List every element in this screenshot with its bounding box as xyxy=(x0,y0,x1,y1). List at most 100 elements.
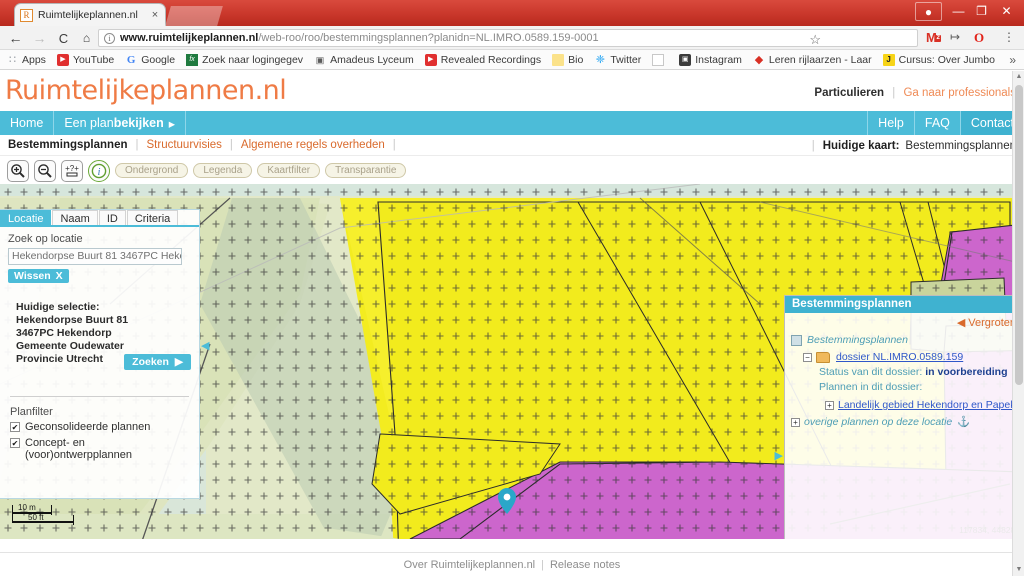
nav-faq[interactable]: FAQ xyxy=(913,111,960,135)
nav-home[interactable]: Home xyxy=(0,111,55,135)
bookmark-instagram[interactable]: ▣ Instagram xyxy=(679,53,742,66)
planfilter-option-label: Concept- en (voor)ontwerpplannen xyxy=(25,437,133,461)
bookmark-star-icon[interactable]: ☆ xyxy=(809,32,821,48)
close-window-button[interactable]: ✕ xyxy=(993,2,1020,21)
navbar-right-group: Help FAQ Contact xyxy=(867,111,1024,135)
enlarge-button[interactable]: ◀ Vergroten xyxy=(785,313,1024,329)
bookmark-youtube[interactable]: ▶ YouTube xyxy=(56,53,115,66)
map-viewport[interactable]: 10 m 50 ft 117834, 448283 Locatie Naam I… xyxy=(0,184,1024,539)
bookmark-google[interactable]: G Google xyxy=(125,54,175,66)
planfilter-option-geconsolideerde[interactable]: ✔ Geconsolideerde plannen xyxy=(10,421,155,433)
legenda-button[interactable]: Legenda xyxy=(193,163,253,178)
profile-button[interactable]: ● xyxy=(915,2,942,21)
site-logo[interactable]: Ruimtelijkeplannen.nl xyxy=(5,75,287,106)
maximize-button[interactable]: ❐ xyxy=(968,2,995,21)
bookmark-document[interactable] xyxy=(652,53,668,66)
nav-een-plan-bekijken[interactable]: Een plan bekijken ▸ xyxy=(54,111,187,135)
zoom-out-icon[interactable] xyxy=(34,159,56,182)
scalebar-metric: 10 m xyxy=(18,503,36,512)
bookmark-amadeus-lyceum[interactable]: ▣ Amadeus Lyceum xyxy=(314,54,414,66)
bookmark-leren-rijlaarzen[interactable]: ◆ Leren rijlaarzen - Laar xyxy=(753,54,872,66)
scroll-up-icon[interactable]: ▲ xyxy=(1013,71,1024,83)
expand-expander-icon[interactable]: + xyxy=(825,401,834,410)
page-scrollbar-thumb[interactable] xyxy=(1015,85,1023,385)
bookmark-label: YouTube xyxy=(72,53,115,66)
gmail-badge: 2 xyxy=(935,35,942,42)
planfilter-option-concept[interactable]: ✔ Concept- en (voor)ontwerpplannen xyxy=(10,437,155,461)
tab-locatie[interactable]: Locatie xyxy=(0,210,52,225)
subnav-structuurvisies[interactable]: Structuurvisies xyxy=(147,139,222,151)
footer-release-notes-link[interactable]: Release notes xyxy=(550,559,620,571)
checkbox-icon[interactable]: ✔ xyxy=(10,422,20,432)
address-bar[interactable]: i www.ruimtelijkeplannen.nl/web-roo/roo/… xyxy=(98,29,918,47)
browser-tab[interactable]: R Ruimtelijkeplannen.nl × xyxy=(14,3,166,26)
results-panel-title: Bestemmingsplannen xyxy=(785,296,1024,313)
kaartfilter-button[interactable]: Kaartfilter xyxy=(257,163,321,178)
gmail-extension-icon[interactable]: M2 xyxy=(926,29,942,46)
audience-separator: | xyxy=(892,87,896,99)
youtube-icon: ▶ xyxy=(56,53,69,66)
home-icon[interactable]: ⌂ xyxy=(78,30,95,47)
site-info-icon[interactable]: i xyxy=(104,32,115,44)
bookmark-cursus-jumbo[interactable]: J Cursus: Over Jumbo xyxy=(882,53,995,66)
download-icon[interactable]: ⚓ xyxy=(957,415,970,430)
subnav-bestemmingsplannen[interactable]: Bestemmingsplannen xyxy=(8,139,128,151)
search-button[interactable]: Zoeken ▶ xyxy=(124,354,191,370)
search-input[interactable]: Hekendorpse Buurt 81 3467PC Heken xyxy=(8,248,182,265)
measure-icon[interactable]: +?+ xyxy=(61,159,83,182)
bookmark-label: Cursus: Over Jumbo xyxy=(898,53,995,66)
page-footer: Over Ruimtelijkeplannen.nl | Release not… xyxy=(0,552,1024,576)
selection-gemeente: Gemeente Oudewater xyxy=(16,340,124,352)
tree-dossier-row: − dossier NL.IMRO.0589.159 xyxy=(791,350,1018,365)
tree-other-plans-row[interactable]: + overige plannen op deze locatie ⚓ xyxy=(791,415,1018,430)
expand-expander-icon[interactable]: + xyxy=(791,418,800,427)
bookmark-apps[interactable]: ∷ Apps xyxy=(6,54,46,66)
clear-button[interactable]: Wissen X xyxy=(8,269,69,283)
bookmark-logingegevens[interactable]: fx Zoek naar logingegev xyxy=(186,53,304,66)
search-panel-collapse-handle[interactable]: ◀ xyxy=(201,339,209,352)
nav-help[interactable]: Help xyxy=(867,111,914,135)
pocket-extension-icon[interactable]: ↦ xyxy=(950,29,960,46)
tab-close-icon[interactable]: × xyxy=(150,9,160,21)
browser-menu-icon[interactable]: ⋮ xyxy=(1003,29,1015,46)
audience-current: Particulieren xyxy=(814,87,885,99)
checkbox-icon[interactable]: ✔ xyxy=(10,438,20,448)
scroll-down-icon[interactable]: ▼ xyxy=(1013,564,1024,576)
collapse-expander-icon[interactable]: − xyxy=(803,353,812,362)
plan-link[interactable]: Landelijk gebied Hekendorp en Papekop xyxy=(838,398,1024,413)
page-scrollbar[interactable]: ▲ ▼ xyxy=(1012,71,1024,576)
subnav-algemene-regels[interactable]: Algemene regels overheden xyxy=(241,139,385,151)
audience-switch-link[interactable]: Ga naar professionals xyxy=(903,87,1016,99)
green-square-icon: fx xyxy=(186,53,199,66)
search-button-label: Zoeken xyxy=(132,356,169,368)
bookmark-label: Zoek naar logingegev xyxy=(202,53,304,66)
selection-title: Huidige selectie: xyxy=(16,301,100,313)
back-icon[interactable]: ← xyxy=(7,30,24,47)
ondergrond-button[interactable]: Ondergrond xyxy=(115,163,189,178)
planfilter-group: Planfilter ✔ Geconsolideerde plannen ✔ C… xyxy=(10,406,155,465)
bookmarks-overflow-icon[interactable]: » xyxy=(1009,53,1016,67)
results-panel-collapse-handle[interactable]: ▶ xyxy=(775,449,783,462)
current-map-value: Bestemmingsplannen xyxy=(905,139,1016,152)
address-bar-url: www.ruimtelijkeplannen.nl/web-roo/roo/be… xyxy=(120,32,912,44)
reload-icon[interactable]: C xyxy=(55,30,72,47)
bookmark-twitter[interactable]: ❈ Twitter xyxy=(594,54,642,66)
nav-label-strong: bekijken xyxy=(113,116,164,130)
bookmark-label: Leren rijlaarzen - Laar xyxy=(768,53,872,66)
transparantie-button[interactable]: Transparantie xyxy=(325,163,407,178)
tab-criteria[interactable]: Criteria xyxy=(126,210,179,225)
instagram-icon: ▣ xyxy=(679,53,692,66)
bookmark-bio[interactable]: Bio xyxy=(552,53,583,66)
new-tab-button[interactable] xyxy=(165,6,223,26)
footer-about-link[interactable]: Over Ruimtelijkeplannen.nl xyxy=(404,559,535,571)
bookmark-revealed-recordings[interactable]: ▶ Revealed Recordings xyxy=(424,53,541,66)
tab-favicon-icon: R xyxy=(20,8,33,22)
tab-naam[interactable]: Naam xyxy=(52,210,98,225)
tab-id[interactable]: ID xyxy=(98,210,126,225)
zoom-in-icon[interactable] xyxy=(7,159,29,182)
forward-icon[interactable]: → xyxy=(31,30,48,47)
opera-extension-icon[interactable]: O xyxy=(974,29,984,46)
current-map-indicator: | Huidige kaart: Bestemmingsplannen xyxy=(804,135,1016,156)
dossier-link[interactable]: dossier NL.IMRO.0589.159 xyxy=(836,350,963,365)
info-icon[interactable]: i xyxy=(88,159,110,182)
